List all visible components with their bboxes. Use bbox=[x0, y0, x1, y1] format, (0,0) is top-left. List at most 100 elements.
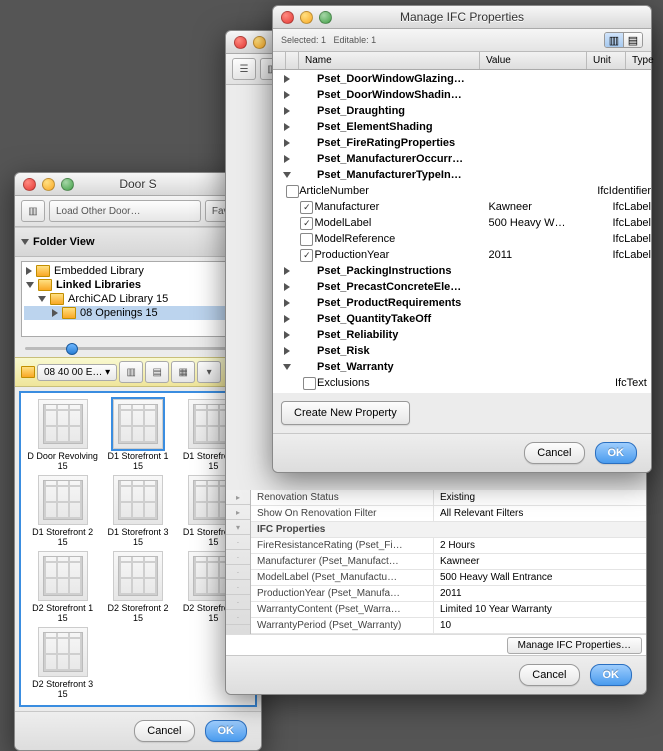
library-item[interactable]: D1 Storefront 1 15 bbox=[102, 399, 173, 471]
chevron-right-icon[interactable] bbox=[284, 331, 290, 339]
prop-row[interactable]: WarrantyPeriod (Pset_Warranty)10 bbox=[251, 618, 646, 634]
handle-icon[interactable]: ▸ bbox=[226, 490, 250, 505]
checkbox[interactable] bbox=[288, 393, 301, 394]
chevron-down-icon[interactable] bbox=[283, 172, 291, 178]
pset-row[interactable]: Pset_DoorWindowShadin… bbox=[273, 87, 651, 103]
handle-icon[interactable]: · bbox=[226, 565, 250, 580]
library-grid[interactable]: D Door Revolving 15D1 Storefront 1 15D1 … bbox=[19, 391, 257, 707]
col-value[interactable]: Value bbox=[480, 52, 587, 69]
tree-row[interactable]: Embedded Library bbox=[24, 264, 252, 278]
cancel-button[interactable]: Cancel bbox=[524, 442, 584, 464]
checkbox[interactable]: ✓ bbox=[300, 217, 313, 230]
view-toggle[interactable]: ▥▤ bbox=[604, 32, 643, 48]
ps-tb-1[interactable]: ☰ bbox=[232, 58, 256, 80]
property-row[interactable]: ✓ProductionYear2011IfcLabel bbox=[273, 247, 651, 263]
handle-icon[interactable]: · bbox=[226, 550, 250, 565]
chevron-right-icon[interactable] bbox=[284, 299, 290, 307]
prop-value[interactable]: 2011 bbox=[488, 249, 584, 261]
pset-row[interactable]: Pset_ProductRequirements bbox=[273, 295, 651, 311]
pset-row[interactable]: Pset_PackingInstructions bbox=[273, 263, 651, 279]
pset-row[interactable]: Pset_Reliability bbox=[273, 327, 651, 343]
handle-icon[interactable]: ▾ bbox=[226, 520, 250, 535]
strip-btn-1[interactable]: ▥ bbox=[119, 361, 143, 383]
chevron-right-icon[interactable] bbox=[284, 347, 290, 355]
prop-row[interactable]: Renovation StatusExisting bbox=[251, 490, 646, 506]
view-mode-button[interactable]: ▥ bbox=[21, 200, 45, 222]
pset-row[interactable]: Pset_FireRatingProperties bbox=[273, 135, 651, 151]
pset-row[interactable]: Pset_PrecastConcreteEle… bbox=[273, 279, 651, 295]
pset-row[interactable]: Pset_ElementShading bbox=[273, 119, 651, 135]
pset-row[interactable]: Pset_QuantityTakeOff bbox=[273, 311, 651, 327]
prop-value[interactable]: Limited 10 Year Warranty bbox=[434, 602, 646, 617]
view-b-icon[interactable]: ▤ bbox=[624, 33, 642, 47]
property-row[interactable]: IsExtendedWarrantyFalseIfcBoolean bbox=[273, 391, 651, 393]
chevron-down-icon[interactable] bbox=[283, 364, 291, 370]
library-item[interactable]: D1 Storefront 2 15 bbox=[27, 475, 98, 547]
library-item[interactable]: D2 Storefront 3 15 bbox=[27, 627, 98, 699]
tree-row-selected[interactable]: 08 Openings 15 bbox=[24, 306, 252, 320]
pset-row[interactable]: Pset_Warranty bbox=[273, 359, 651, 375]
chevron-right-icon[interactable] bbox=[284, 75, 290, 83]
prop-row[interactable]: Show On Renovation FilterAll Relevant Fi… bbox=[251, 506, 646, 522]
pset-row[interactable]: Pset_Risk bbox=[273, 343, 651, 359]
handle-icon[interactable]: ▸ bbox=[226, 505, 250, 520]
prop-value[interactable]: All Relevant Filters bbox=[434, 506, 646, 521]
library-item[interactable]: D2 Storefront 2 15 bbox=[102, 551, 173, 623]
prop-row[interactable]: FireResistanceRating (Pset_Fi…2 Hours bbox=[251, 538, 646, 554]
handle-icon[interactable]: · bbox=[226, 535, 250, 550]
prop-value[interactable]: 2 Hours bbox=[434, 538, 646, 553]
prop-row[interactable]: ModelLabel (Pset_Manufactu…500 Heavy Wal… bbox=[251, 570, 646, 586]
col-name[interactable]: Name bbox=[299, 52, 480, 69]
prop-value[interactable]: 500 Heavy W… bbox=[488, 217, 584, 229]
library-item[interactable]: D1 Storefront 3 15 bbox=[102, 475, 173, 547]
ok-button[interactable]: OK bbox=[590, 664, 633, 686]
ifc-titlebar[interactable]: Manage IFC Properties bbox=[273, 6, 651, 29]
slider-thumb[interactable] bbox=[66, 343, 78, 355]
ifc-columns[interactable]: Name Value Unit Type bbox=[273, 52, 651, 70]
tree-row[interactable]: Linked Libraries bbox=[24, 278, 252, 292]
manage-ifc-button[interactable]: Manage IFC Properties… bbox=[507, 637, 642, 654]
prop-row[interactable]: WarrantyContent (Pset_Warra…Limited 10 Y… bbox=[251, 602, 646, 618]
load-other-button[interactable]: Load Other Door… bbox=[49, 200, 201, 222]
col-unit[interactable]: Unit bbox=[587, 52, 626, 69]
chevron-right-icon[interactable] bbox=[284, 315, 290, 323]
chevron-right-icon[interactable] bbox=[284, 123, 290, 131]
prop-value[interactable]: 500 Heavy Wall Entrance bbox=[434, 570, 646, 585]
create-property-button[interactable]: Create New Property bbox=[281, 401, 410, 425]
prop-value[interactable]: Kawneer bbox=[434, 554, 646, 569]
prop-row[interactable]: Manufacturer (Pset_Manufact…Kawneer bbox=[251, 554, 646, 570]
strip-btn-2[interactable]: ▤ bbox=[145, 361, 169, 383]
tree-row[interactable]: ArchiCAD Library 15 bbox=[24, 292, 252, 306]
view-a-icon[interactable]: ▥ bbox=[605, 33, 624, 47]
checkbox[interactable]: ✓ bbox=[300, 201, 313, 214]
cancel-button[interactable]: Cancel bbox=[134, 720, 194, 742]
strip-btn-3[interactable]: ▦ bbox=[171, 361, 195, 383]
code-chip[interactable]: 08 40 00 E… ▾ bbox=[37, 364, 117, 381]
chevron-right-icon[interactable] bbox=[284, 283, 290, 291]
prop-value[interactable]: 2011 bbox=[434, 586, 646, 601]
property-row[interactable]: ModelReferenceIfcLabel bbox=[273, 231, 651, 247]
col-type[interactable]: Type bbox=[626, 52, 660, 69]
prop-value[interactable]: 10 bbox=[434, 618, 646, 633]
ok-button[interactable]: OK bbox=[595, 442, 638, 464]
pset-row[interactable]: Pset_ManufacturerTypeIn… bbox=[273, 167, 651, 183]
prop-value[interactable]: Kawneer bbox=[488, 201, 584, 213]
tree-zoom-slider[interactable] bbox=[25, 341, 251, 355]
chevron-right-icon[interactable] bbox=[284, 155, 290, 163]
checkbox[interactable]: ✓ bbox=[300, 249, 313, 262]
handle-icon[interactable]: · bbox=[226, 595, 250, 610]
chevron-right-icon[interactable] bbox=[284, 267, 290, 275]
checkbox[interactable] bbox=[286, 185, 299, 198]
prop-row[interactable]: ProductionYear (Pset_Manufa…2011 bbox=[251, 586, 646, 602]
prop-value[interactable]: Existing bbox=[434, 490, 646, 505]
chevron-right-icon[interactable] bbox=[284, 91, 290, 99]
minimize-icon[interactable] bbox=[253, 36, 266, 49]
library-item[interactable]: D Door Revolving 15 bbox=[27, 399, 98, 471]
checkbox[interactable] bbox=[300, 233, 313, 246]
library-item[interactable]: D2 Storefront 1 15 bbox=[27, 551, 98, 623]
chevron-right-icon[interactable] bbox=[284, 107, 290, 115]
folder-tree[interactable]: Embedded Library Linked Libraries ArchiC… bbox=[21, 261, 255, 337]
pset-row[interactable]: Pset_ManufacturerOccurr… bbox=[273, 151, 651, 167]
ifc-props-header[interactable]: IFC Properties bbox=[251, 522, 646, 538]
pset-row[interactable]: Pset_Draughting bbox=[273, 103, 651, 119]
